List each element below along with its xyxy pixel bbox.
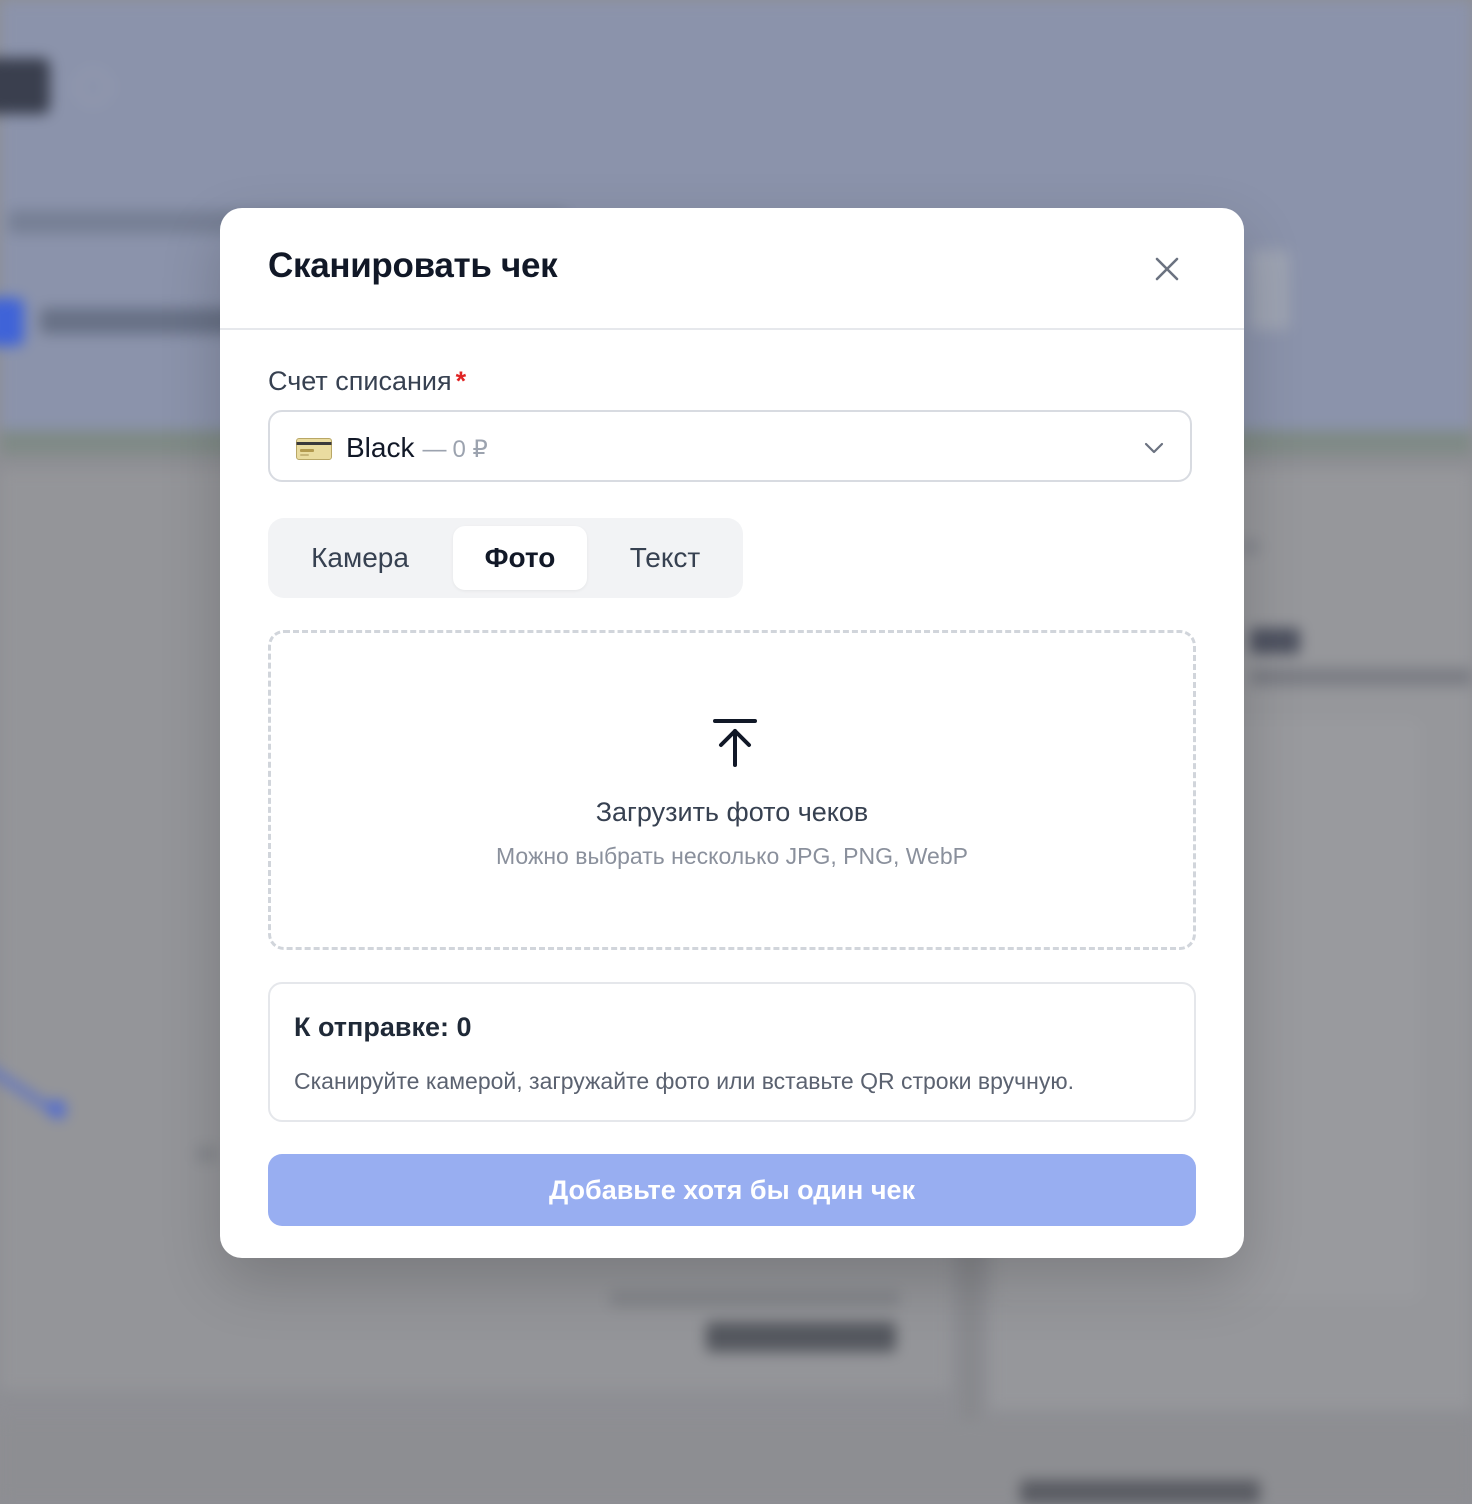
background-footer-text [1020, 1480, 1260, 1504]
queue-count: К отправке: 0 [294, 1012, 472, 1042]
background-info-icon [76, 70, 110, 104]
account-balance: 0 ₽ [452, 436, 488, 463]
queue-hint: Сканируйте камерой, загружайте фото или … [294, 1068, 1074, 1094]
required-mark: * [455, 366, 467, 396]
tab-photo[interactable]: Фото [453, 526, 587, 590]
queue-summary: К отправке: 0 Сканируйте камерой, загруж… [268, 982, 1196, 1122]
close-icon [1155, 257, 1179, 281]
upload-icon [713, 719, 757, 767]
account-field-label: Счет списания * [268, 366, 466, 397]
modal-header: Сканировать чек [220, 208, 1244, 330]
background-button-text [40, 308, 240, 334]
account-select[interactable]: Black —0 ₽ [268, 410, 1192, 482]
upload-subtitle: Можно выбрать несколько JPG, PNG, WebP [496, 843, 968, 869]
modal-title: Сканировать чек [268, 246, 558, 285]
background-stat-value [706, 1322, 896, 1352]
background-stat-label [610, 1290, 900, 1308]
account-select-value: Black —0 ₽ [346, 432, 488, 464]
background-button [0, 298, 24, 346]
background-heading [1250, 628, 1300, 654]
account-label-text: Счет списания [268, 366, 452, 396]
background-subtext [1250, 668, 1472, 686]
photo-dropzone[interactable]: Загрузить фото чеков Можно выбрать неско… [268, 630, 1196, 950]
tab-camera[interactable]: Камера [288, 526, 432, 590]
background-card [1250, 250, 1290, 330]
tab-text[interactable]: Текст [604, 526, 726, 590]
scan-receipt-modal: Сканировать чек Счет списания * Black —0 ₽… [220, 208, 1244, 1258]
background-chart-point [48, 1100, 66, 1118]
chevron-down-icon [1144, 442, 1164, 454]
credit-card-icon [296, 438, 332, 460]
input-mode-tabs: Камера Фото Текст [268, 518, 743, 598]
background-title [0, 58, 50, 114]
close-button[interactable] [1146, 248, 1188, 290]
background-tick [196, 1146, 218, 1162]
upload-title: Загрузить фото чеков [595, 797, 869, 827]
submit-button[interactable]: Добавьте хотя бы один чек [268, 1154, 1196, 1226]
account-separator: — [422, 436, 447, 463]
account-name: Black [346, 432, 415, 463]
